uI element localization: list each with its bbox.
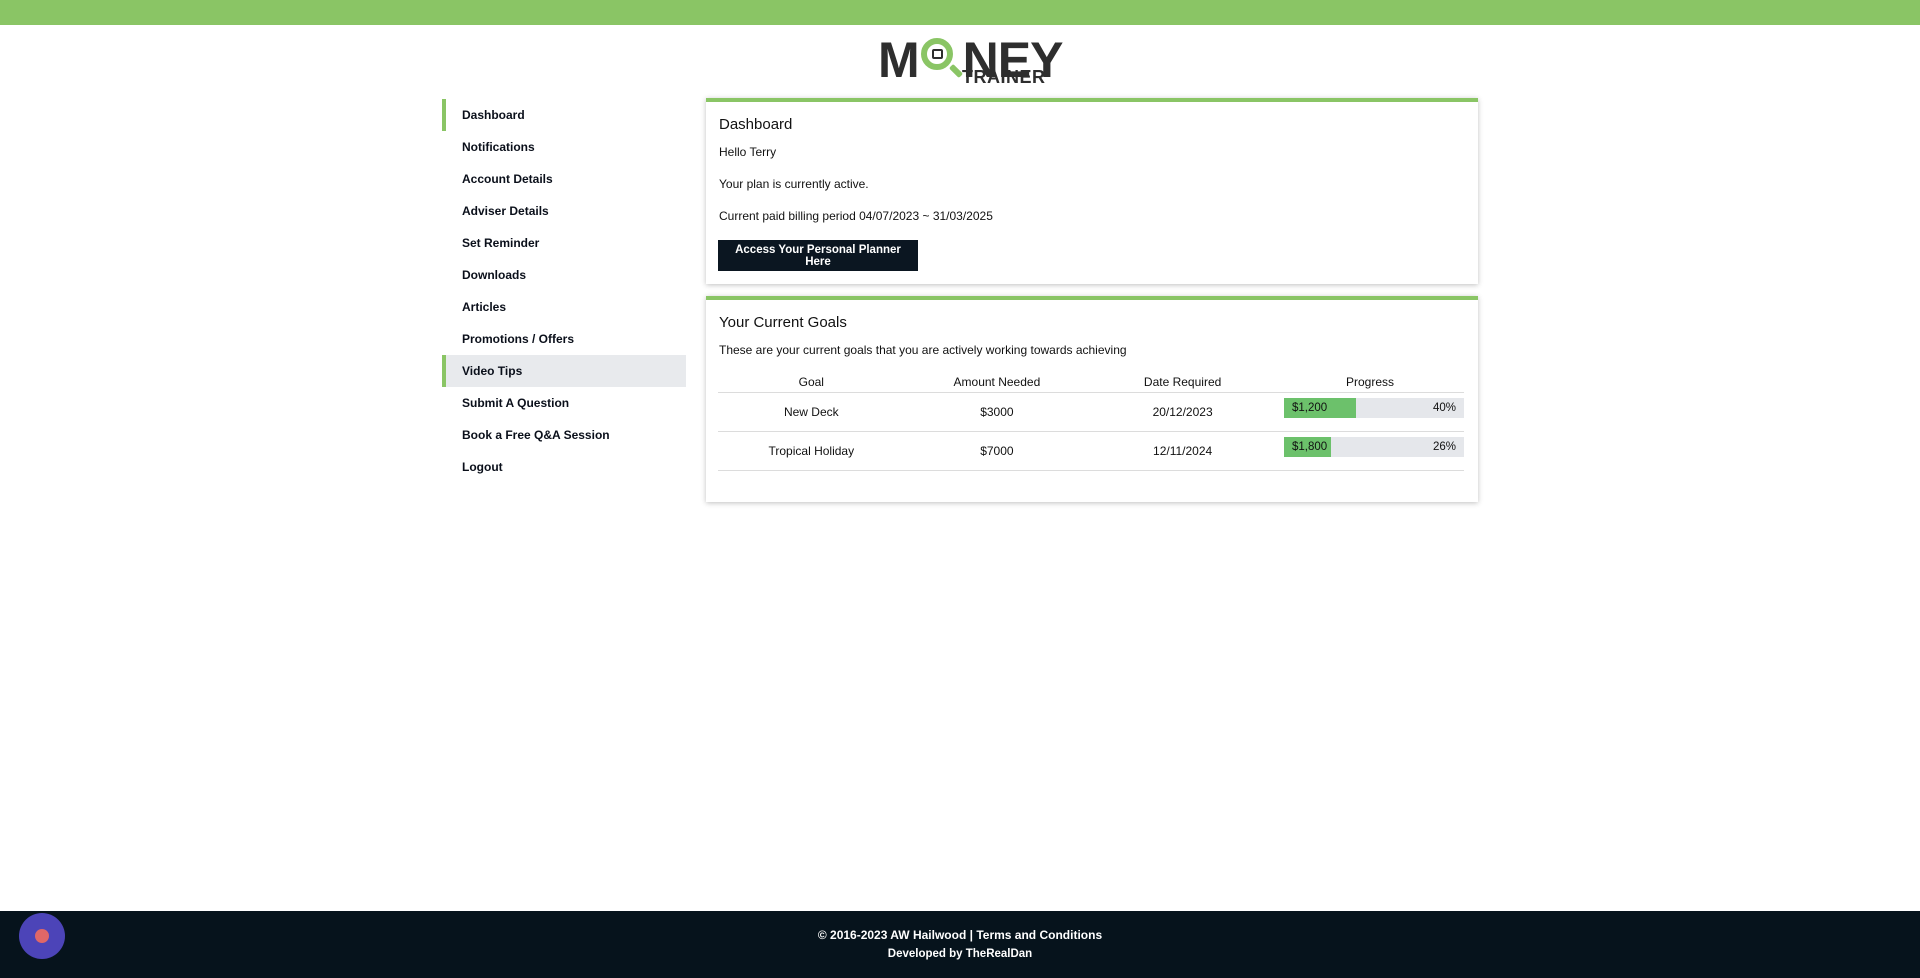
magnifier-logo-icon [921,38,964,79]
terms-link[interactable]: Terms and Conditions [976,928,1102,942]
goal-date: 12/11/2024 [1089,431,1276,471]
developed-by-text: Developed by [887,948,963,960]
personal-planner-button[interactable]: Access Your Personal Planner Here [718,240,918,271]
goal-date: 20/12/2023 [1089,392,1276,432]
sidebar-item-downloads[interactable]: Downloads [442,259,686,291]
current-goals-card: Your Current Goals These are your curren… [706,296,1478,502]
sidebar-item-submit-question[interactable]: Submit A Question [442,387,686,419]
goal-progress-cell: $1,200 40% [1276,392,1464,432]
goals-subtitle: These are your current goals that you ar… [719,343,1127,357]
plan-status-text: Your plan is currently active. [719,177,869,191]
sidebar-item-notifications[interactable]: Notifications [442,131,686,163]
table-row: New Deck $3000 20/12/2023 $1,200 40% [718,392,1464,432]
sidebar-item-articles[interactable]: Articles [442,291,686,323]
sidebar-item-account-details[interactable]: Account Details [442,163,686,195]
progress-saved-amount: $1,200 [1292,402,1328,414]
dashboard-title: Dashboard [719,116,793,133]
sidebar-item-adviser-details[interactable]: Adviser Details [442,195,686,227]
billing-period-text: Current paid billing period 04/07/2023 ~… [719,209,993,223]
progress-percent: 26% [1432,441,1456,453]
footer-developer-line: Developed by TheRealDan [0,948,1920,960]
dashboard-card: Dashboard Hello Terry Your plan is curre… [706,98,1478,284]
copyright-text: © 2016-2023 AW Hailwood [817,928,967,942]
progress-bar: $1,800 26% [1284,437,1464,457]
table-row: Tropical Holiday $7000 12/11/2024 $1,800… [718,431,1464,471]
sidebar-item-promotions-offers[interactable]: Promotions / Offers [442,323,686,355]
header-goal: Goal [718,372,905,393]
sidebar-item-video-tips[interactable]: Video Tips [442,355,686,387]
sidebar-item-dashboard[interactable]: Dashboard [442,99,686,131]
goal-name: Tropical Holiday [718,431,905,471]
progress-bar: $1,200 40% [1284,398,1464,418]
header-amount-needed: Amount Needed [904,372,1090,393]
goals-table: Goal Amount Needed Date Required Progres… [718,372,1464,471]
logo-subtitle: TRAINER [962,67,1046,87]
footer-separator: | [969,928,973,942]
footer-copyright-line: © 2016-2023 AW Hailwood | Terms and Cond… [0,928,1920,942]
sidebar-item-set-reminder[interactable]: Set Reminder [442,227,686,259]
chat-widget-button[interactable] [19,913,65,959]
goal-amount: $7000 [904,431,1090,471]
header-date-required: Date Required [1089,372,1276,393]
goal-amount: $3000 [904,392,1090,432]
progress-saved-amount: $1,800 [1292,441,1328,453]
goal-progress-cell: $1,800 26% [1276,431,1464,471]
goal-name: New Deck [718,392,905,432]
sidebar-nav: Dashboard Notifications Account Details … [442,99,686,483]
sidebar-item-book-qa-session[interactable]: Book a Free Q&A Session [442,419,686,451]
chat-status-icon [35,929,49,943]
site-footer: © 2016-2023 AW Hailwood | Terms and Cond… [0,911,1920,978]
goals-title: Your Current Goals [719,314,847,331]
top-accent-bar [0,0,1920,25]
developer-link[interactable]: TheRealDan [966,948,1032,960]
sidebar-item-logout[interactable]: Logout [442,451,686,483]
money-trainer-logo[interactable]: M NEY TRAINER [878,34,1063,88]
progress-percent: 40% [1432,402,1456,414]
goals-table-header-row: Goal Amount Needed Date Required Progres… [718,372,1464,393]
greeting-text: Hello Terry [719,145,777,159]
header-progress: Progress [1276,372,1464,393]
